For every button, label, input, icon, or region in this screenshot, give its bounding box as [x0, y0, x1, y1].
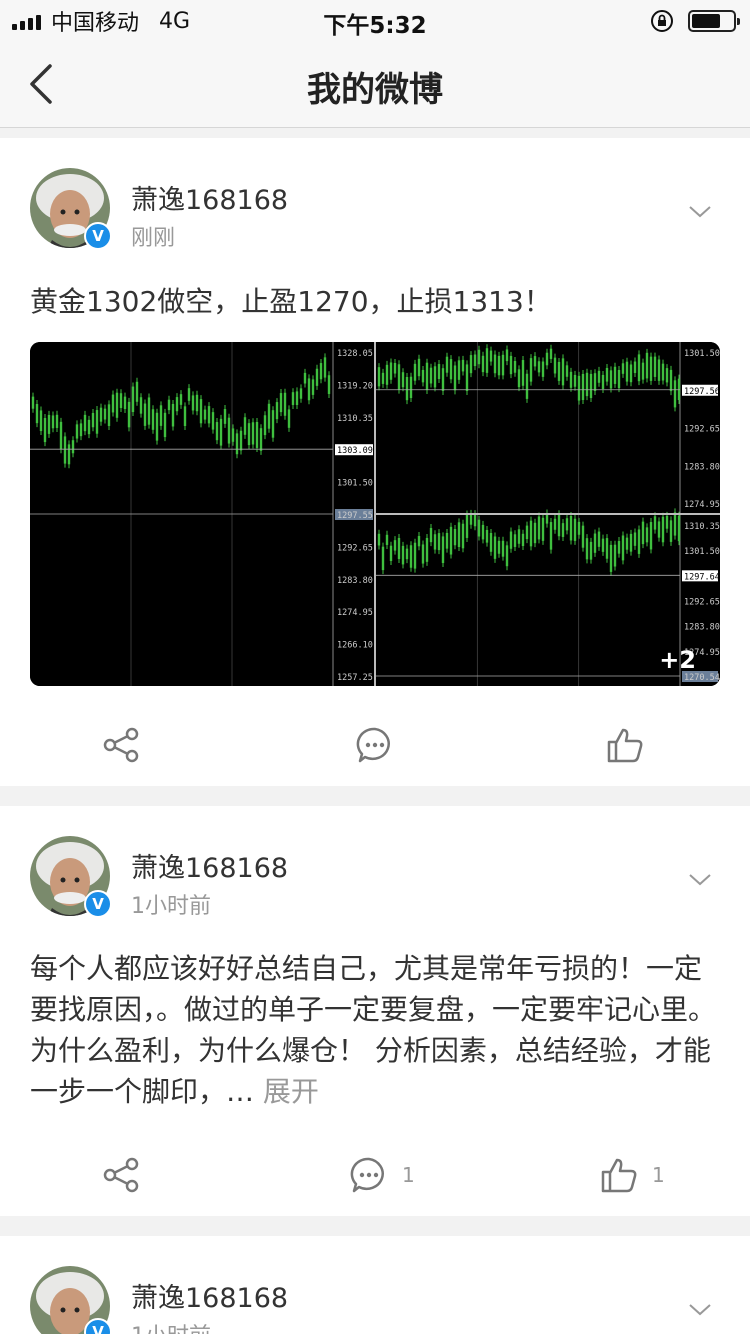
svg-text:1257.25: 1257.25 — [337, 673, 373, 683]
comment-button[interactable]: 1 — [350, 1150, 415, 1200]
svg-text:1319.20: 1319.20 — [337, 381, 373, 391]
post-card: V 萧逸168168 刚刚 黄金1302做空，止盈1270，止损1313！ 13… — [0, 138, 750, 786]
page-title: 我的微博 — [307, 70, 443, 110]
share-button[interactable] — [102, 1150, 140, 1200]
post-text: 黄金1302做空，止盈1270，止损1313！ — [30, 285, 552, 318]
like-button[interactable] — [606, 720, 658, 770]
svg-text:1328.05: 1328.05 — [337, 349, 373, 359]
verified-badge-icon: V — [84, 890, 112, 918]
like-button[interactable]: 1 — [600, 1150, 665, 1200]
orientation-lock-icon — [651, 10, 673, 32]
post-card: V 萧逸168168 1小时前 每个人都应该好好总结自己，尤其是常年亏损的！一定… — [0, 806, 750, 1216]
username[interactable]: 萧逸168168 — [131, 846, 288, 885]
clock: 下午5:32 — [323, 13, 427, 39]
chevron-down-icon[interactable] — [688, 1302, 712, 1318]
post-text: 每个人都应该好好总结自己，尤其是常年亏损的！一定要找原因，。做过的单子一定要复盘… — [30, 948, 720, 1112]
expand-link[interactable]: 展开 — [263, 1075, 319, 1108]
thumbs-up-icon — [607, 728, 643, 763]
comment-icon — [356, 727, 390, 763]
comment-button[interactable] — [356, 720, 408, 770]
svg-text:1297.64: 1297.64 — [684, 572, 720, 582]
post-time: 1小时前 — [131, 1318, 211, 1334]
username[interactable]: 萧逸168168 — [131, 1276, 288, 1315]
chart-images: 1328.05 1319.20 1310.35 1303.09 1301.50 1297.… — [30, 342, 720, 686]
svg-text:1301.50: 1301.50 — [337, 479, 373, 489]
chevron-down-icon[interactable] — [688, 204, 712, 220]
more-images-count: +2 — [659, 646, 696, 674]
svg-text:1310.35: 1310.35 — [684, 522, 720, 532]
svg-text:1310.35: 1310.35 — [337, 414, 373, 424]
svg-text:1301.50: 1301.50 — [684, 349, 720, 359]
svg-text:1283.80: 1283.80 — [337, 576, 373, 586]
post-card: V 萧逸168168 1小时前 — [0, 1236, 750, 1334]
like-count: 1 — [652, 1163, 665, 1187]
post-time: 刚刚 — [131, 226, 176, 251]
thumbs-up-icon — [601, 1158, 637, 1193]
svg-text:1274.95: 1274.95 — [337, 608, 373, 618]
svg-text:1274.95: 1274.95 — [684, 500, 720, 510]
chevron-down-icon[interactable] — [688, 872, 712, 888]
svg-text:1283.80: 1283.80 — [684, 462, 720, 472]
battery-icon — [688, 10, 740, 32]
svg-text:1292.65: 1292.65 — [684, 425, 720, 435]
post-image-grid[interactable]: 1328.05 1319.20 1310.35 1303.09 1301.50 1297.… — [30, 342, 720, 686]
post-text-body: 每个人都应该好好总结自己，尤其是常年亏损的！一定要找原因，。做过的单子一定要复盘… — [30, 952, 717, 1108]
svg-text:1292.65: 1292.65 — [337, 543, 373, 553]
username[interactable]: 萧逸168168 — [131, 178, 288, 217]
nav-bar: 我的微博 — [0, 40, 750, 128]
verified-badge-icon: V — [84, 1318, 112, 1334]
share-icon — [103, 727, 139, 763]
svg-text:1292.65: 1292.65 — [684, 598, 720, 608]
comment-icon — [350, 1157, 384, 1193]
svg-text:1297.55: 1297.55 — [337, 511, 373, 521]
share-button[interactable] — [102, 720, 140, 770]
svg-text:1266.10: 1266.10 — [337, 641, 373, 651]
svg-text:1283.80: 1283.80 — [684, 623, 720, 633]
svg-text:1297.56: 1297.56 — [684, 387, 720, 397]
verified-badge-icon: V — [84, 222, 112, 250]
share-icon — [103, 1157, 139, 1193]
post-time: 1小时前 — [131, 894, 211, 919]
status-bar: 中国移动 4G 下午5:32 — [0, 0, 750, 40]
svg-text:1270.54: 1270.54 — [684, 673, 720, 683]
svg-text:1303.09: 1303.09 — [337, 446, 373, 456]
comment-count: 1 — [402, 1163, 415, 1187]
svg-text:1301.50: 1301.50 — [684, 547, 720, 557]
